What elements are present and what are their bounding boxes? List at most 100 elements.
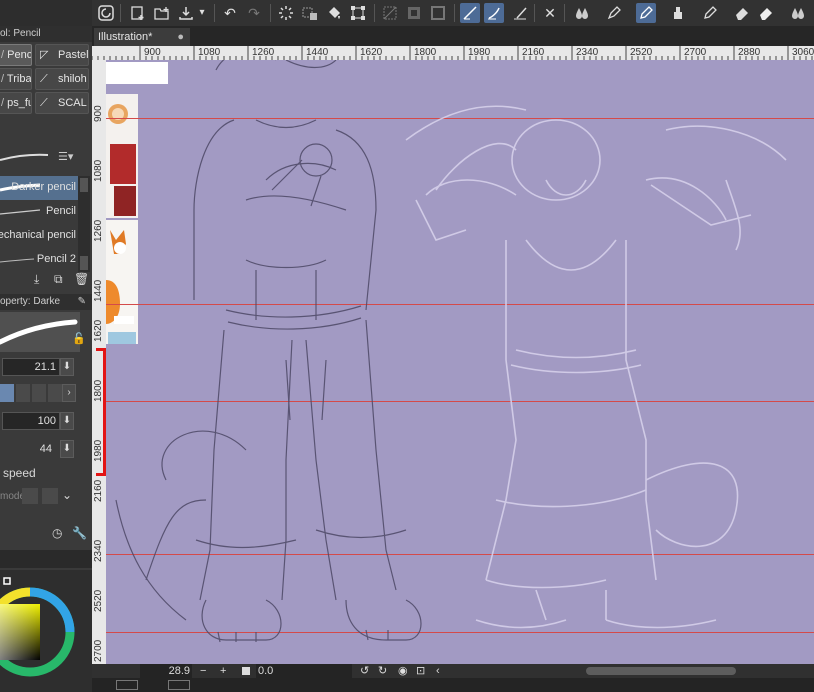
top-toolbar: ▾ ↶ ↷ ✕	[0, 0, 814, 26]
brush-icon: ⟋	[40, 73, 48, 85]
trash-icon[interactable]: 🗑	[74, 272, 89, 286]
marker-icon[interactable]	[700, 3, 720, 23]
tool-panel: ol: Pencil / Penci ◸ Pastel / Tribal ⟋ s…	[0, 26, 92, 692]
clear-icon[interactable]	[300, 3, 320, 23]
wrench-icon[interactable]: ✎	[78, 294, 86, 310]
brush-item-pencil[interactable]: Pencil	[0, 200, 78, 224]
scroll-up-icon[interactable]	[80, 178, 88, 192]
new-file-icon[interactable]	[128, 3, 148, 23]
ruler-range-marker	[96, 348, 106, 476]
speed-label: speed	[3, 466, 36, 480]
fill-icon[interactable]	[324, 3, 344, 23]
mode-swatch-icon[interactable]	[22, 488, 38, 504]
eraser-icon: ◸	[40, 49, 49, 61]
subtool-tribal-button[interactable]: / Tribal	[0, 68, 32, 90]
blend-icon[interactable]	[788, 3, 808, 23]
color-wheel[interactable]	[0, 570, 92, 692]
snap-ruler-icon[interactable]	[460, 3, 480, 23]
eraser-soft-icon[interactable]	[756, 3, 776, 23]
tab-illustration[interactable]: Illustration* ●	[94, 28, 190, 46]
rotation-field[interactable]: 0.0	[256, 664, 352, 678]
snap-special-ruler-icon[interactable]	[484, 3, 504, 23]
drawing-canvas[interactable]	[106, 60, 814, 664]
brush-item-pencil-2[interactable]: Pencil 2	[0, 248, 78, 272]
flip-icon[interactable]: ⊡	[416, 664, 425, 678]
rotate-right-icon[interactable]: ↻	[378, 664, 387, 678]
water-drop-icon[interactable]	[572, 3, 592, 23]
ink-bottle-icon[interactable]	[668, 3, 688, 23]
ruler-label: 900	[93, 105, 104, 122]
invert-selection-icon[interactable]	[404, 3, 424, 23]
opacity-field[interactable]: 100	[2, 412, 60, 430]
pen-icon[interactable]	[604, 3, 624, 23]
copy-icon[interactable]: ⧉	[54, 272, 63, 287]
chevron-down-icon[interactable]: ▾	[196, 3, 208, 23]
zoom-field[interactable]: 28.9	[140, 664, 192, 678]
snap-grid-icon[interactable]	[510, 3, 530, 23]
list-menu-icon[interactable]: ☰▾	[58, 150, 73, 163]
horizontal-ruler[interactable]: 900 1080 1260 1440 1620 1800 1980 2160 2…	[92, 46, 814, 60]
redo-icon[interactable]: ↷	[244, 3, 264, 23]
toolbar-separator	[564, 4, 565, 22]
subtool-shiloh-button[interactable]: ⟋ shiloh	[35, 68, 89, 90]
subtool-pastel-button[interactable]: ◸ Pastel	[35, 44, 89, 66]
chevron-right-icon[interactable]: ›	[62, 384, 76, 402]
lock-icon[interactable]: 🔓	[72, 332, 86, 345]
eraser-icon[interactable]	[732, 3, 752, 23]
wrench-icon[interactable]: 🔧	[72, 526, 87, 540]
ruler-label: 2340	[93, 539, 104, 562]
property-actions: ◷ 🔧	[52, 526, 92, 542]
ruler-label: 1260	[93, 219, 104, 242]
chevron-down-icon[interactable]: ⬇	[60, 412, 74, 430]
color-wheel-panel	[0, 550, 92, 692]
brush-list-scrollbar[interactable]	[78, 176, 90, 272]
pencil-active-icon[interactable]	[636, 3, 656, 23]
toolbar-separator	[534, 4, 535, 22]
save-icon[interactable]	[176, 3, 196, 23]
app-menu-icon[interactable]	[96, 3, 116, 23]
scroll-down-icon[interactable]	[80, 256, 88, 270]
brush-item-darker-pencil[interactable]: Darker pencil	[0, 176, 78, 200]
subtool-scal-button[interactable]: ⟋ SCAL	[35, 92, 89, 114]
color-panel-tabs[interactable]	[0, 550, 92, 568]
bottom-strip	[92, 678, 814, 692]
reset-rotation-icon[interactable]: ◉	[398, 664, 408, 678]
rotate-left-icon[interactable]: ↺	[360, 664, 369, 678]
density-row: 44 ⬇	[0, 440, 92, 460]
toolbar-separator	[374, 4, 375, 22]
panel-toggle-icon[interactable]	[168, 680, 190, 690]
deselect-icon[interactable]	[380, 3, 400, 23]
chevron-down-icon[interactable]: ⬇	[60, 358, 74, 376]
density-value[interactable]: 44	[2, 440, 58, 458]
panel-toggle-icon[interactable]	[116, 680, 138, 690]
reset-icon[interactable]: ◷	[52, 526, 62, 540]
brush-item-mechanical-pencil[interactable]: echanical pencil	[0, 224, 78, 248]
open-file-icon[interactable]	[152, 3, 172, 23]
loading-spinner-icon[interactable]	[276, 3, 296, 23]
chevron-down-icon[interactable]: ⬇	[60, 440, 74, 458]
chevron-down-icon[interactable]: ⌄	[62, 488, 72, 502]
fit-view-icon[interactable]	[242, 667, 250, 675]
undo-icon[interactable]: ↶	[220, 3, 240, 23]
subtool-pencil-button[interactable]: / Penci	[0, 44, 32, 66]
selection-border-icon[interactable]	[428, 3, 448, 23]
ruler-label: 2520	[93, 589, 104, 612]
transform-icon[interactable]	[348, 3, 368, 23]
subtool-psfu-button[interactable]: / ps_fu	[0, 92, 32, 114]
vertical-ruler[interactable]: 900 1080 1260 1440 1620 1800 1980 2160 2…	[92, 60, 106, 664]
brush-size-field[interactable]: 21.1	[2, 358, 60, 376]
sketch-artwork	[115, 60, 787, 643]
download-icon[interactable]: ⤓	[34, 272, 39, 287]
brush-icon: ⟋	[40, 97, 48, 109]
brush-size-row: 21.1 ⬇	[0, 358, 92, 378]
close-icon[interactable]: ●	[177, 28, 184, 46]
brush-size-presets[interactable]: ›	[0, 384, 76, 402]
close-ruler-icon[interactable]: ✕	[540, 3, 560, 23]
tool-property-tab[interactable]: operty: Darke ✎	[0, 294, 92, 310]
zoom-out-button[interactable]: −	[200, 664, 206, 678]
zoom-in-button[interactable]: +	[220, 664, 226, 678]
subtool-tab[interactable]: ol: Pencil	[0, 26, 92, 42]
scroll-left-icon[interactable]: ‹	[436, 664, 440, 678]
horizontal-scrollbar[interactable]	[586, 667, 736, 675]
mode-swatch-icon[interactable]	[42, 488, 58, 504]
